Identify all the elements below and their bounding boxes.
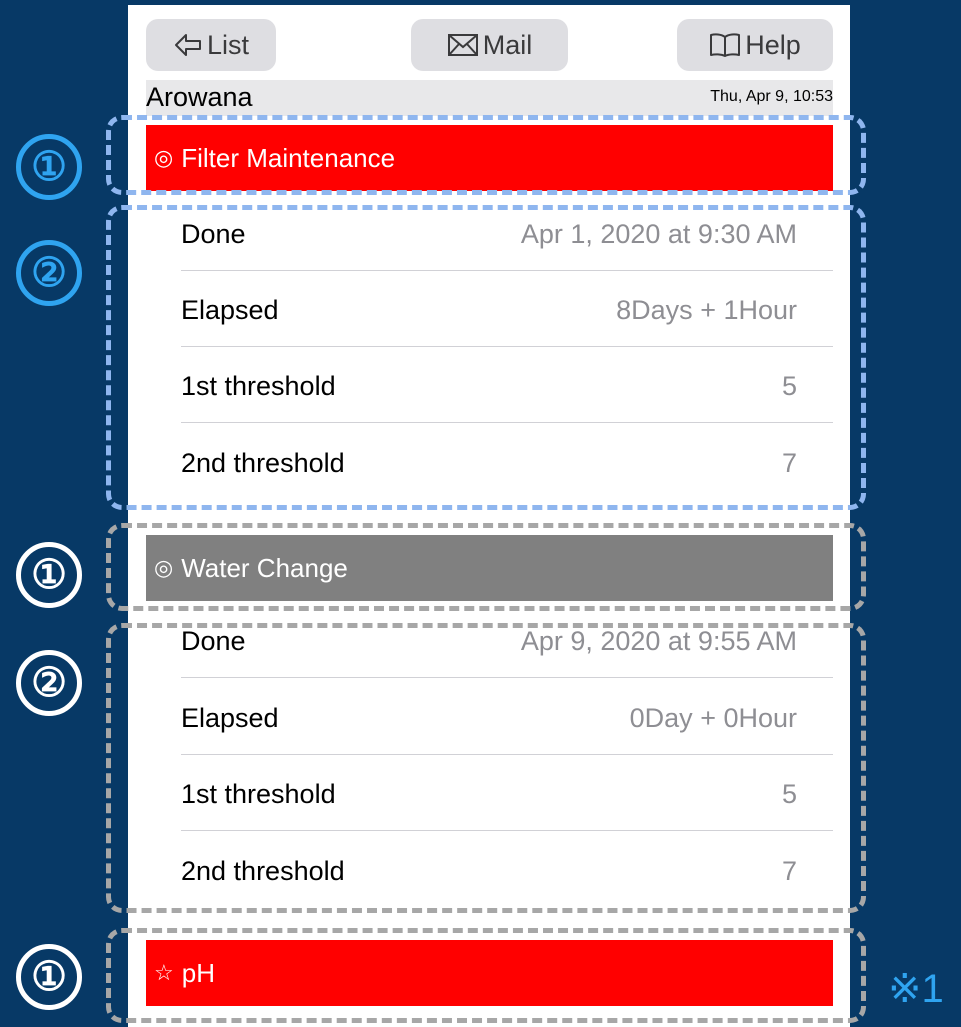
envelope-icon xyxy=(447,34,478,56)
annotation-box-rows xyxy=(106,623,866,913)
callout-number-1: ① xyxy=(16,134,82,200)
callout-number-2: ② xyxy=(16,650,82,716)
status-bar: Arowana Thu, Apr 9, 10:53 xyxy=(146,80,833,116)
book-icon xyxy=(710,33,741,57)
app-name: Arowana xyxy=(146,82,253,112)
help-button-label: Help xyxy=(745,29,801,60)
annotation-box-header xyxy=(106,523,866,611)
footnote-marker: ※1 xyxy=(888,967,944,1011)
status-datetime: Thu, Apr 9, 10:53 xyxy=(710,88,833,105)
mail-button-label: Mail xyxy=(482,29,533,60)
callout-number-2: ② xyxy=(16,240,82,306)
list-button-label: List xyxy=(206,29,250,60)
list-button[interactable]: List xyxy=(146,19,276,71)
callout-number-1: ① xyxy=(16,542,82,608)
back-arrow-icon xyxy=(174,34,201,56)
callout-number-1: ① xyxy=(16,944,82,1010)
annotation-box-rows xyxy=(106,205,866,510)
annotation-box-header xyxy=(106,928,866,1023)
annotation-box-header xyxy=(106,115,866,195)
mail-button[interactable]: Mail xyxy=(411,19,568,71)
help-button[interactable]: Help xyxy=(677,19,833,71)
